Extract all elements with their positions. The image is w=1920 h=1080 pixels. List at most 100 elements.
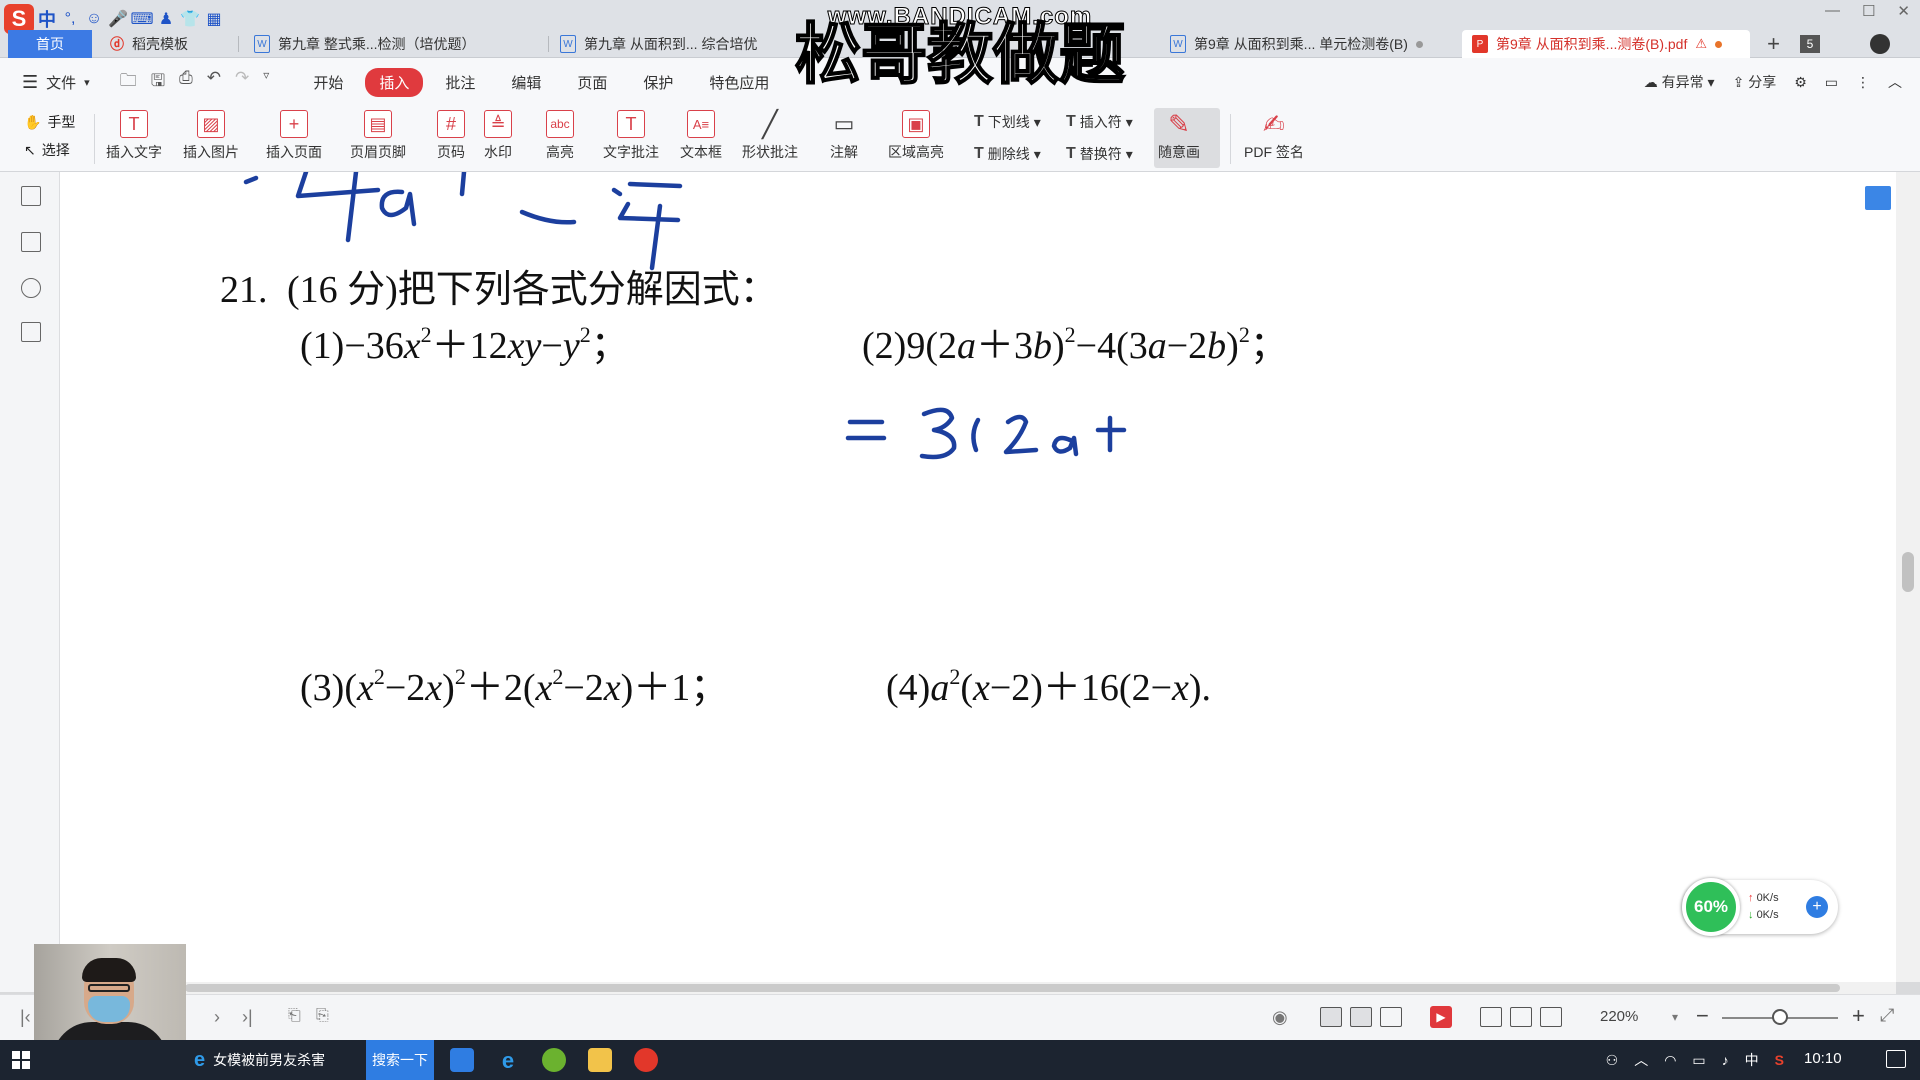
textbox-button[interactable]: A≡ 文本框 xyxy=(680,110,722,162)
vertical-scrollbar[interactable] xyxy=(1896,172,1920,982)
show-hidden-icons-icon[interactable]: ︿ xyxy=(1634,1050,1648,1070)
skin-icon[interactable]: 👕 xyxy=(180,9,200,29)
fit-width-icon[interactable] xyxy=(1540,1007,1562,1027)
tab-count-badge[interactable]: 5 xyxy=(1800,35,1820,53)
volume-icon[interactable]: ♪ xyxy=(1722,1052,1729,1068)
fullscreen-icon[interactable]: ⤢ xyxy=(1880,1005,1894,1026)
forward-view-icon[interactable]: ⎘ xyxy=(316,1007,329,1025)
header-footer-button[interactable]: ▤ 页眉页脚 xyxy=(350,110,406,162)
tab-start[interactable]: 开始 xyxy=(299,68,357,97)
toolbox-icon[interactable]: ▦ xyxy=(204,9,224,29)
select-tool[interactable]: ↖ 选择 xyxy=(24,140,75,160)
continuous-view-icon[interactable] xyxy=(1320,1007,1342,1027)
open-folder-icon[interactable]: 🗀 xyxy=(120,68,137,97)
text-annotation-button[interactable]: T 文字批注 xyxy=(603,110,659,162)
tab-home[interactable]: 首页 xyxy=(8,30,92,58)
note-button[interactable]: ▭ 注解 xyxy=(830,110,858,162)
strikethrough-button[interactable]: T 删除线 ▾ xyxy=(974,144,1041,164)
area-highlight-button[interactable]: ▣ 区域高亮 xyxy=(888,110,944,162)
360-browser-icon[interactable] xyxy=(542,1048,566,1072)
bandicam-record-icon[interactable] xyxy=(634,1048,658,1072)
emoji-icon[interactable]: ☺ xyxy=(84,9,104,29)
signature-panel-icon[interactable] xyxy=(21,322,41,342)
wps-pdf-app-icon[interactable] xyxy=(450,1048,474,1072)
tab-pdf-active[interactable]: P 第9章 从面积到乘...测卷(B).pdf ⚠ xyxy=(1462,30,1750,58)
battery-icon[interactable]: ▭ xyxy=(1692,1052,1705,1069)
tab-edit[interactable]: 编辑 xyxy=(497,68,555,97)
tab-insert[interactable]: 插入 xyxy=(365,67,424,97)
tab-document-2[interactable]: W 第九章 从面积到... 综合培优 xyxy=(550,30,780,58)
notification-center-icon[interactable] xyxy=(1886,1050,1906,1068)
user-icon[interactable]: ♟ xyxy=(156,9,176,29)
hand-tool[interactable]: ✋ 手型 xyxy=(24,112,75,132)
zoom-slider-knob[interactable] xyxy=(1772,1009,1788,1025)
sogou-tray-icon[interactable]: S xyxy=(1775,1052,1784,1068)
first-page-icon[interactable]: |‹ xyxy=(20,1007,31,1028)
memory-usage-ring[interactable]: 60% xyxy=(1682,878,1740,936)
zoom-out-icon[interactable]: − xyxy=(1696,1003,1709,1029)
undo-icon[interactable]: ↶ xyxy=(207,68,221,97)
ime-zh-toggle[interactable]: 中 xyxy=(38,6,56,32)
taskbar-clock[interactable]: 10:10 xyxy=(1804,1050,1842,1067)
edge-browser-icon[interactable]: e xyxy=(496,1048,520,1073)
microphone-icon[interactable]: 🎤 xyxy=(108,9,128,29)
tab-page[interactable]: 页面 xyxy=(563,68,621,97)
share-button[interactable]: ⇪ 分享 xyxy=(1733,72,1777,92)
maximize-icon[interactable]: ☐ xyxy=(1862,2,1875,20)
freehand-draw-button[interactable]: ✎ 随意画 xyxy=(1158,109,1200,162)
fit-page-icon[interactable] xyxy=(1510,1007,1532,1027)
last-page-icon[interactable]: ›| xyxy=(242,1007,253,1028)
actual-size-icon[interactable] xyxy=(1480,1007,1502,1027)
watermark-button[interactable]: ≜ 水印 xyxy=(484,110,512,162)
replace-mark-button[interactable]: T 替换符 ▾ xyxy=(1066,144,1133,164)
settings-icon[interactable]: ⚙ xyxy=(1794,74,1807,91)
network-speed-widget[interactable]: 60% ↑ 0K/s ↓ 0K/s + xyxy=(1682,878,1838,936)
play-slideshow-icon[interactable]: ▶ xyxy=(1430,1006,1452,1028)
insert-image-button[interactable]: ▨ 插入图片 xyxy=(183,110,239,162)
file-explorer-icon[interactable] xyxy=(588,1048,612,1072)
highlight-button[interactable]: abc 高亮 xyxy=(546,110,574,162)
windows-start-icon[interactable] xyxy=(12,1051,30,1069)
ime-indicator[interactable]: 中 xyxy=(1745,1050,1759,1070)
user-tray-icon[interactable]: ⚇ xyxy=(1606,1052,1619,1069)
underline-button[interactable]: T 下划线 ▾ xyxy=(974,112,1041,132)
tab-protect[interactable]: 保护 xyxy=(629,68,687,97)
outline-icon[interactable] xyxy=(21,186,41,206)
tab-close-dot[interactable] xyxy=(1415,40,1423,48)
insert-page-button[interactable]: + 插入页面 xyxy=(266,110,322,162)
anomaly-button[interactable]: ☁ 有异常 ▾ xyxy=(1644,72,1715,92)
insert-text-button[interactable]: T 插入文字 xyxy=(106,110,162,162)
double-page-view-icon[interactable] xyxy=(1380,1007,1402,1027)
zoom-level[interactable]: 220% xyxy=(1600,1008,1638,1025)
pdf-sign-button[interactable]: ✍ PDF 签名 xyxy=(1244,109,1304,162)
shape-annotation-button[interactable]: ╱ 形状批注 xyxy=(742,109,798,162)
comment-icon[interactable]: ▭ xyxy=(1825,74,1838,91)
zoom-dropdown-icon[interactable]: ▾ xyxy=(1672,1010,1678,1024)
scrollbar-thumb[interactable] xyxy=(185,984,1840,992)
back-view-icon[interactable]: ⎗ xyxy=(288,1007,301,1025)
page-tools-icon[interactable] xyxy=(1865,186,1891,210)
next-page-icon[interactable]: › xyxy=(214,1007,220,1028)
page-number-button[interactable]: # 页码 xyxy=(437,110,465,162)
annotation-list-icon[interactable] xyxy=(21,278,41,298)
tab-document-1[interactable]: W 第九章 整式乘...检测（培优题） xyxy=(244,30,544,58)
tab-docer-templates[interactable]: ⓓ 稻壳模板 xyxy=(100,30,230,58)
account-avatar[interactable] xyxy=(1870,34,1890,54)
print-icon[interactable]: ⎙ xyxy=(179,68,193,97)
ime-punct-icon[interactable]: °, xyxy=(60,9,80,29)
tab-document-3[interactable]: W 第9章 从面积到乘... 单元检测卷(B) xyxy=(1160,30,1450,58)
new-tab-icon[interactable]: + xyxy=(1767,31,1780,57)
taskbar-browser-item[interactable]: e 女模被前男友杀害 xyxy=(194,1040,325,1080)
collapse-ribbon-icon[interactable]: ︿ xyxy=(1888,72,1902,92)
tab-annotate[interactable]: 批注 xyxy=(431,68,489,97)
zoom-in-icon[interactable]: + xyxy=(1852,1003,1865,1029)
save-icon[interactable]: 🖫 xyxy=(151,68,165,97)
accelerate-plus-icon[interactable]: + xyxy=(1806,896,1828,918)
customize-icon[interactable]: ▿ xyxy=(263,68,269,97)
file-menu[interactable]: ☰ 文件 ▾ xyxy=(22,72,90,93)
redo-icon[interactable]: ↷ xyxy=(235,68,249,97)
document-viewport[interactable]: 21. (16 分)把下列各式分解因式： (1)−36x2＋12xy−y2； (… xyxy=(60,172,1896,982)
tab-close-dot[interactable] xyxy=(1715,40,1723,48)
single-page-view-icon[interactable] xyxy=(1350,1007,1372,1027)
insert-mark-button[interactable]: T 插入符 ▾ xyxy=(1066,112,1133,132)
